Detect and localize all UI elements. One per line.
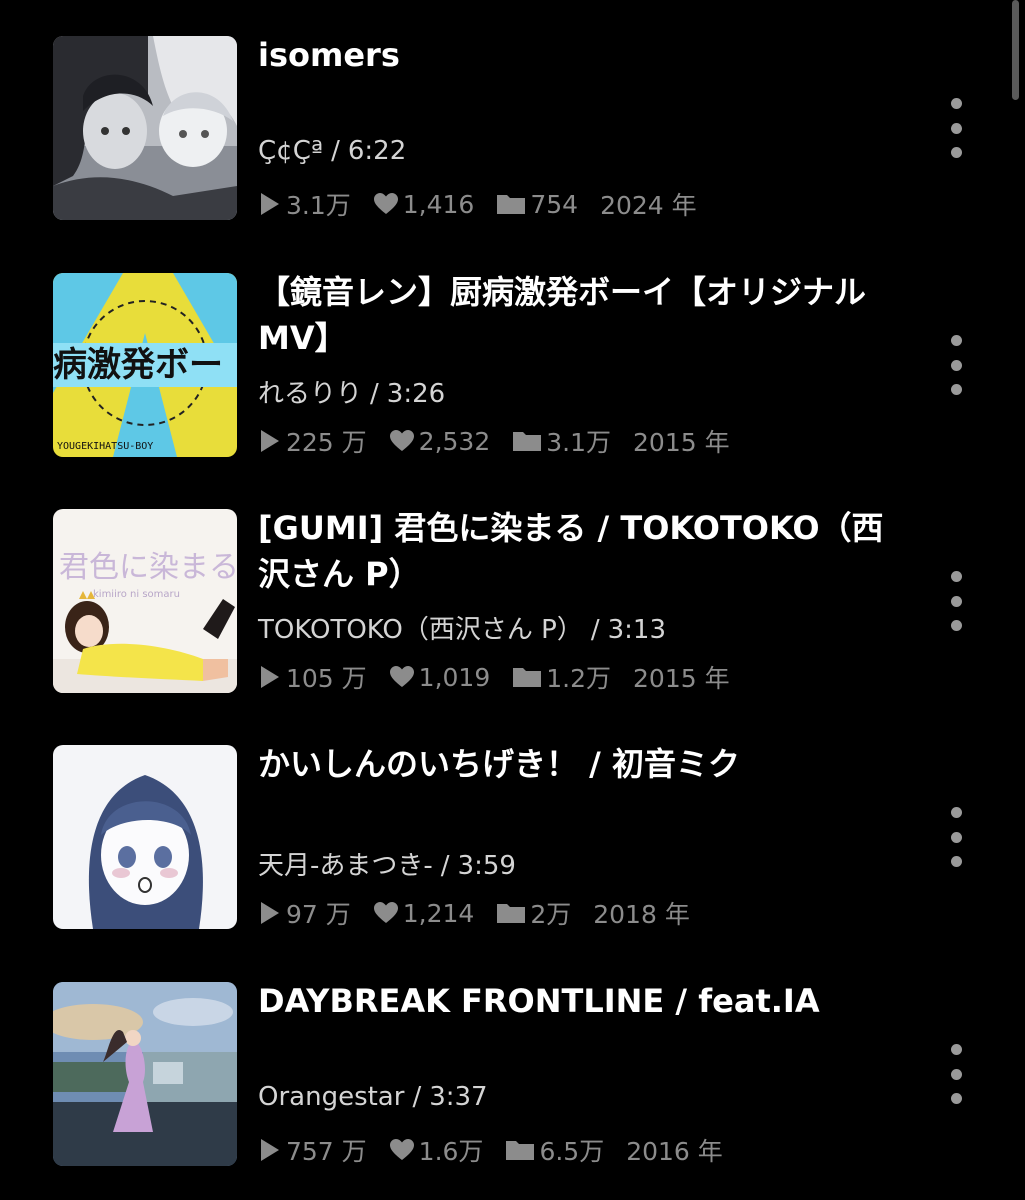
video-thumbnail[interactable]: 君色に染まる kimiiro ni somaru xyxy=(53,509,237,693)
video-item[interactable]: かいしんのいちげき！ / 初音ミク 天月-あまつき-/3:59 97 万 1,2… xyxy=(53,745,973,929)
thumb-subtitle-text: kimiiro ni somaru xyxy=(93,589,180,600)
folder-icon xyxy=(497,904,526,923)
artist-name[interactable]: TOKOTOKO（西沢さん P） xyxy=(258,615,583,645)
view-count: 225 万 xyxy=(258,423,367,459)
more-options-button[interactable] xyxy=(938,98,974,158)
video-item[interactable]: isomers Ç¢Çª/6:22 3.1万 1,416 754 2024 年 xyxy=(53,36,973,220)
video-meta: TOKOTOKO（西沢さん P）/3:13 xyxy=(258,615,666,645)
video-thumbnail[interactable] xyxy=(53,982,237,1166)
mylist-count: 3.1万 xyxy=(512,423,611,459)
thumb-title-text: 君色に染まる xyxy=(59,550,237,585)
more-vertical-icon xyxy=(950,571,962,582)
video-duration: 3:26 xyxy=(386,379,446,409)
folder-icon xyxy=(513,432,542,451)
heart-icon xyxy=(389,1139,414,1160)
play-icon xyxy=(261,430,279,452)
upload-year: 2018 年 xyxy=(593,900,690,929)
view-count: 757 万 xyxy=(258,1132,367,1168)
video-stats: 757 万 1.6万 6.5万 2016 年 xyxy=(258,1132,745,1168)
blushing-girl-sketch-icon xyxy=(53,745,237,929)
video-duration: 3:13 xyxy=(607,615,666,645)
like-count: 1,416 xyxy=(373,190,474,219)
artist-name[interactable]: Orangestar xyxy=(258,1082,404,1112)
video-item[interactable]: DAYBREAK FRONTLINE / feat.IA Orangestar /… xyxy=(53,982,973,1166)
mylist-count: 6.5万 xyxy=(505,1132,604,1168)
more-vertical-icon xyxy=(950,1044,962,1055)
video-title[interactable]: isomers xyxy=(258,32,908,78)
video-thumbnail[interactable] xyxy=(53,745,237,929)
video-title[interactable]: 【鏡音レン】厨病激発ボーイ【オリジナル MV】 xyxy=(258,269,908,361)
thumb-title-text: 病激発ボー xyxy=(53,345,223,385)
video-title[interactable]: DAYBREAK FRONTLINE / feat.IA xyxy=(258,978,908,1024)
video-item[interactable]: 病激発ボー YOUGEKIHATSU-BOY 【鏡音レン】厨病激発ボーイ【オリジ… xyxy=(53,273,973,457)
folder-icon xyxy=(506,1141,535,1160)
mylist-count: 754 xyxy=(496,190,578,219)
view-count: 105 万 xyxy=(258,659,367,695)
thumb-subtitle-text: YOUGEKIHATSU-BOY xyxy=(57,441,153,452)
folder-icon xyxy=(497,195,526,214)
like-count: 2,532 xyxy=(389,427,490,456)
artist-name[interactable]: 天月-あまつき- xyxy=(258,851,433,881)
video-duration: 3:59 xyxy=(457,851,516,881)
video-meta: Ç¢Çª/6:22 xyxy=(258,136,407,166)
like-count: 1,019 xyxy=(389,663,490,692)
video-title[interactable]: [GUMI] 君色に染まる / TOKOTOKO（西沢さん P） xyxy=(258,505,908,597)
heart-icon xyxy=(373,902,398,923)
video-meta: れるりり/3:26 xyxy=(258,379,446,409)
video-title[interactable]: かいしんのいちげき！ / 初音ミク xyxy=(258,741,908,787)
video-stats: 3.1万 1,416 754 2024 年 xyxy=(258,186,719,222)
artist-name[interactable]: Ç¢Çª xyxy=(258,136,323,166)
video-meta: Orangestar/3:37 xyxy=(258,1082,488,1112)
video-duration: 6:22 xyxy=(347,136,407,166)
video-item[interactable]: 君色に染まる kimiiro ni somaru [GUMI] 君色に染まる /… xyxy=(53,509,973,693)
like-count: 1,214 xyxy=(373,899,474,928)
video-thumbnail[interactable] xyxy=(53,36,237,220)
like-count: 1.6万 xyxy=(389,1132,483,1168)
more-options-button[interactable] xyxy=(938,335,974,395)
play-icon xyxy=(261,666,279,688)
monochrome-illustration-icon xyxy=(53,36,237,220)
more-options-button[interactable] xyxy=(938,571,974,631)
more-vertical-icon xyxy=(950,335,962,346)
more-vertical-icon xyxy=(950,98,962,109)
upload-year: 2016 年 xyxy=(626,1137,723,1166)
upload-year: 2024 年 xyxy=(600,191,697,220)
view-count: 97 万 xyxy=(258,895,351,931)
girl-by-truck-evening-sky-icon xyxy=(53,982,237,1166)
mylist-count: 2万 xyxy=(496,895,571,931)
video-thumbnail[interactable]: 病激発ボー YOUGEKIHATSU-BOY xyxy=(53,273,237,457)
video-list: isomers Ç¢Çª/6:22 3.1万 1,416 754 2024 年 xyxy=(0,0,1025,1200)
video-stats: 105 万 1,019 1.2万 2015 年 xyxy=(258,659,752,695)
play-icon xyxy=(261,1139,279,1161)
mylist-count: 1.2万 xyxy=(512,659,611,695)
heart-icon xyxy=(389,666,414,687)
more-options-button[interactable] xyxy=(938,1044,974,1104)
video-stats: 225 万 2,532 3.1万 2015 年 xyxy=(258,423,752,459)
cyan-yellow-title-art-icon: 病激発ボー YOUGEKIHATSU-BOY xyxy=(53,273,237,457)
video-duration: 3:37 xyxy=(429,1082,488,1112)
girl-lying-yellow-sweater-icon: 君色に染まる kimiiro ni somaru xyxy=(53,509,237,693)
view-count: 3.1万 xyxy=(258,186,351,222)
upload-year: 2015 年 xyxy=(633,664,730,693)
heart-icon xyxy=(389,430,414,451)
upload-year: 2015 年 xyxy=(633,428,730,457)
folder-icon xyxy=(513,668,542,687)
play-icon xyxy=(261,902,279,924)
artist-name[interactable]: れるりり xyxy=(258,379,362,409)
play-icon xyxy=(261,193,279,215)
scrollbar[interactable] xyxy=(1012,0,1019,100)
video-stats: 97 万 1,214 2万 2018 年 xyxy=(258,895,712,931)
more-options-button[interactable] xyxy=(938,807,974,867)
heart-icon xyxy=(373,193,398,214)
video-meta: 天月-あまつき-/3:59 xyxy=(258,851,516,881)
more-vertical-icon xyxy=(950,807,962,818)
